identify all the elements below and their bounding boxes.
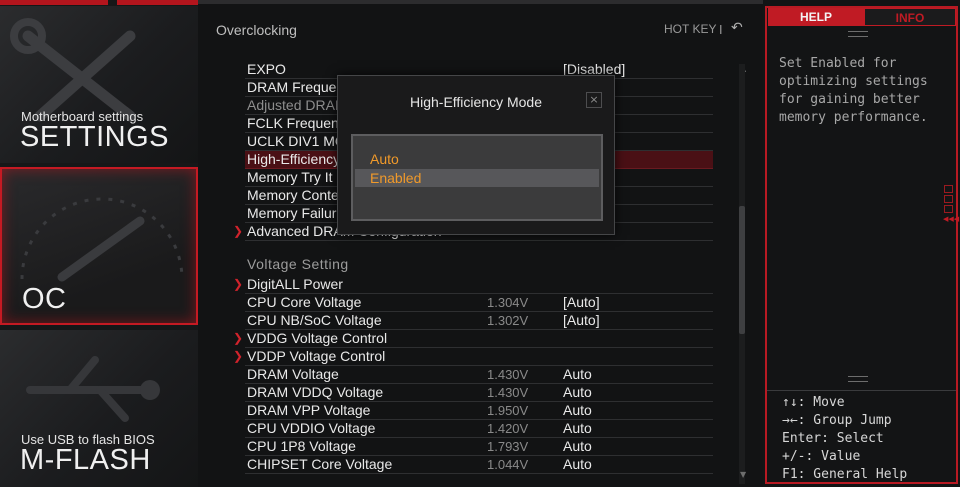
side-marker-icon <box>944 185 953 193</box>
option-enabled[interactable]: Enabled <box>355 169 599 187</box>
setting-value: Auto <box>563 438 592 454</box>
setting-value: Auto <box>563 420 592 436</box>
top-accent-strip <box>0 0 108 5</box>
setting-label: DRAM VDDQ Voltage <box>247 384 384 400</box>
top-accent-strip <box>117 0 198 5</box>
dialog-title: High-Efficiency Mode <box>409 94 543 110</box>
key-help-general-help: F1: General Help <box>782 467 908 482</box>
setting-label: DRAM Voltage <box>247 366 339 382</box>
left-navigation: Motherboard settings SETTINGS OC Use USB… <box>0 0 198 487</box>
drag-handle-icon[interactable] <box>848 31 868 37</box>
key-help-select: Enter: Select <box>782 431 884 446</box>
current-voltage: 1.793V <box>487 439 529 454</box>
page-title: Overclocking <box>216 22 297 38</box>
current-voltage: 1.430V <box>487 367 529 382</box>
key-help: ↑↓: Move →←: Group Jump Enter: Select +/… <box>767 390 956 482</box>
section-voltage-setting: Voltage Setting <box>247 256 349 272</box>
setting-row-cpu-1p8-voltage[interactable]: CPU 1P8 Voltage 1.793V Auto <box>245 438 713 456</box>
setting-value: Auto <box>563 366 592 382</box>
hotkey-separator: I <box>719 23 723 37</box>
oc-title: OC <box>22 283 67 315</box>
hotkey-button[interactable]: HOT KEY <box>664 22 716 36</box>
setting-label: CPU VDDIO Voltage <box>247 420 376 436</box>
setting-label: CHIPSET Core Voltage <box>247 456 393 472</box>
current-voltage: 1.304V <box>487 295 529 310</box>
setting-value: [Auto] <box>563 294 600 310</box>
scrollbar-thumb[interactable] <box>739 206 745 334</box>
setting-row-cpu-core-voltage[interactable]: CPU Core Voltage 1.304V [Auto] <box>245 294 713 312</box>
collapse-arrows-icon[interactable]: ◀◀◀ <box>943 215 959 223</box>
submenu-arrow-icon: ❯ <box>233 349 244 363</box>
setting-label: DRAM VPP Voltage <box>247 402 371 418</box>
close-icon[interactable]: × <box>586 92 602 108</box>
tab-info[interactable]: INFO <box>864 8 956 26</box>
setting-value: Auto <box>563 402 592 418</box>
current-voltage: 1.420V <box>487 421 529 436</box>
setting-label: CPU Core Voltage <box>247 294 362 310</box>
setting-row-cpu-vddio-voltage[interactable]: CPU VDDIO Voltage 1.420V Auto <box>245 420 713 438</box>
high-efficiency-mode-dialog: High-Efficiency Mode × Auto Enabled <box>337 75 615 235</box>
current-voltage: 1.430V <box>487 385 529 400</box>
scroll-down-icon[interactable]: ▼ <box>740 470 746 479</box>
side-marker-icon <box>944 195 953 203</box>
nav-settings[interactable]: Motherboard settings SETTINGS <box>0 6 198 163</box>
current-voltage: 1.044V <box>487 457 529 472</box>
option-list: Auto Enabled <box>351 134 603 221</box>
nav-oc[interactable]: OC <box>0 167 198 325</box>
side-marker-icon <box>944 205 953 213</box>
help-text: Set Enabled for optimizing settings for … <box>779 56 928 125</box>
setting-label: DigitALL Power <box>247 276 343 292</box>
settings-title: SETTINGS <box>20 121 170 153</box>
nav-mflash[interactable]: Use USB to flash BIOS M-FLASH <box>0 330 198 487</box>
setting-label: CPU NB/SoC Voltage <box>247 312 382 328</box>
mflash-title: M-FLASH <box>20 444 151 476</box>
setting-label: VDDP Voltage Control <box>247 348 386 364</box>
setting-value: Auto <box>563 384 592 400</box>
main-panel: Overclocking HOT KEY I ↶ EXPO [Disabled]… <box>198 0 763 487</box>
drag-handle-icon[interactable] <box>848 376 868 382</box>
submenu-arrow-icon: ❯ <box>233 331 244 345</box>
setting-row-dram-vddq-voltage[interactable]: DRAM VDDQ Voltage 1.430V Auto <box>245 384 713 402</box>
submenu-arrow-icon: ❯ <box>233 277 244 291</box>
submenu-arrow-icon: ❯ <box>233 224 244 238</box>
setting-row-dram-voltage[interactable]: DRAM Voltage 1.430V Auto <box>245 366 713 384</box>
setting-value: [Auto] <box>563 312 600 328</box>
setting-row-chipset-core-voltage[interactable]: CHIPSET Core Voltage 1.044V Auto <box>245 456 713 474</box>
key-help-group-jump: →←: Group Jump <box>782 413 892 428</box>
current-voltage: 1.950V <box>487 403 529 418</box>
tab-help[interactable]: HELP <box>768 8 864 26</box>
key-help-value: +/-: Value <box>782 449 861 464</box>
setting-value: Auto <box>563 456 592 472</box>
setting-row-vddg-voltage-control[interactable]: ❯ VDDG Voltage Control <box>233 330 713 348</box>
setting-label: CPU 1P8 Voltage <box>247 438 356 454</box>
setting-row-digitall-power[interactable]: ❯ DigitALL Power <box>233 276 713 294</box>
current-voltage: 1.302V <box>487 313 529 328</box>
setting-row-dram-vpp-voltage[interactable]: DRAM VPP Voltage 1.950V Auto <box>245 402 713 420</box>
setting-label: VDDG Voltage Control <box>247 330 388 346</box>
setting-row-vddp-voltage-control[interactable]: ❯ VDDP Voltage Control <box>233 348 713 366</box>
setting-label: EXPO <box>247 61 286 77</box>
setting-row-cpu-nb-soc-voltage[interactable]: CPU NB/SoC Voltage 1.302V [Auto] <box>245 312 713 330</box>
help-panel: HELP INFO Set Enabled for optimizing set… <box>763 0 960 487</box>
setting-label: Memory Try It ! <box>247 169 341 185</box>
key-help-move: ↑↓: Move <box>782 395 845 410</box>
back-arrow-icon[interactable]: ↶ <box>731 20 743 36</box>
option-auto[interactable]: Auto <box>355 150 599 168</box>
